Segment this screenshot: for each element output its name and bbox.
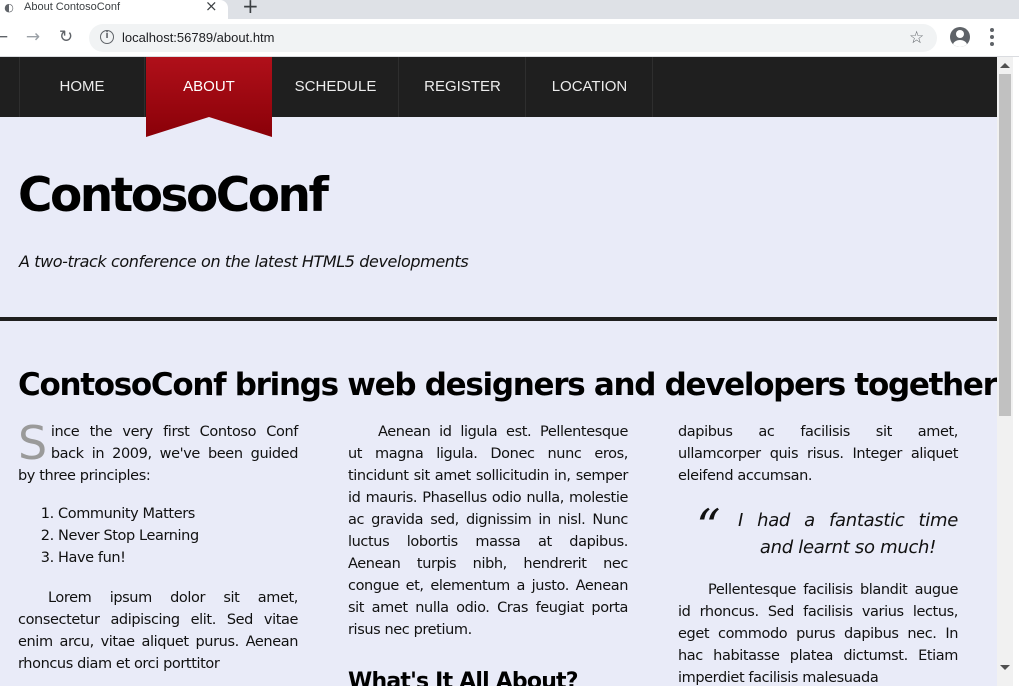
scroll-down-arrow-icon[interactable] <box>1000 665 1010 670</box>
tab-title: About ContosoConf <box>24 1 121 13</box>
close-icon[interactable]: × <box>205 0 218 14</box>
reload-icon[interactable]: ↻ <box>55 26 77 48</box>
browser-tab[interactable]: ◐ About ContosoConf × <box>0 0 228 19</box>
site-nav: HOME ABOUT SCHEDULE REGISTER LOCATION <box>0 57 997 137</box>
favicon-icon: ◐ <box>4 1 14 14</box>
quote-mark-icon: “ <box>696 499 721 555</box>
vertical-scrollbar[interactable] <box>997 57 1013 686</box>
forward-arrow-icon[interactable]: → <box>22 26 44 48</box>
intro-paragraph: Since the very first Contoso Conf back i… <box>18 416 298 487</box>
list-item: Community Matters <box>58 503 298 525</box>
kebab-menu-icon[interactable] <box>986 27 998 47</box>
page-viewport: HOME ABOUT SCHEDULE REGISTER LOCATION Co… <box>0 57 997 686</box>
body-paragraph: Lorem ipsum dolor sit amet, consectetur … <box>18 590 298 672</box>
nav-item-home[interactable]: HOME <box>19 57 145 117</box>
intro-text: ince the very first Contoso Conf back in… <box>18 424 298 484</box>
window-edge <box>1013 57 1019 686</box>
url-text[interactable]: localhost:56789/about.htm <box>122 30 275 46</box>
body-paragraph: dapibus ac facilisis sit amet, ullamcorp… <box>678 424 958 484</box>
drop-cap: S <box>18 416 47 470</box>
principles-list: Community Matters Never Stop Learning Ha… <box>18 503 298 569</box>
browser-toolbar: ← → ↻ i localhost:56789/about.htm ☆ <box>0 19 1019 57</box>
site-title: ContosoConf <box>18 168 329 223</box>
info-icon[interactable]: i <box>100 30 114 44</box>
header-divider <box>0 317 997 321</box>
tab-strip: ◐ About ContosoConf × + <box>0 0 1019 19</box>
address-bar[interactable]: i localhost:56789/about.htm ☆ <box>89 24 937 52</box>
section-heading: What's It All About? <box>348 669 579 686</box>
body-paragraph: Aenean id ligula est. Pellentesque ut ma… <box>348 424 628 638</box>
nav-item-location[interactable]: LOCATION <box>527 57 653 117</box>
scroll-thumb[interactable] <box>999 74 1011 416</box>
plus-icon[interactable]: + <box>242 0 259 16</box>
nav-item-schedule[interactable]: SCHEDULE <box>273 57 399 117</box>
scroll-up-arrow-icon[interactable] <box>1000 63 1010 68</box>
column-3: dapibus ac facilisis sit amet, ullamcorp… <box>678 421 958 686</box>
column-1: Since the very first Contoso Conf back i… <box>18 416 298 675</box>
account-icon[interactable] <box>950 27 970 47</box>
back-arrow-icon[interactable]: ← <box>0 26 12 48</box>
nav-item-register[interactable]: REGISTER <box>400 57 526 117</box>
quote-text: I had a fantastic time and learnt so muc… <box>738 510 958 558</box>
list-item: Never Stop Learning <box>58 525 298 547</box>
pull-quote: “ I had a fantastic time and learnt so m… <box>678 499 958 561</box>
column-2: Aenean id ligula est. Pellentesque ut ma… <box>348 421 628 686</box>
main-heading: ContosoConf brings web designers and dev… <box>18 367 997 403</box>
star-icon[interactable]: ☆ <box>909 27 924 49</box>
tagline: A two-track conference on the latest HTM… <box>19 252 469 271</box>
list-item: Have fun! <box>58 547 298 569</box>
body-paragraph: Pellentesque facilisis blandit augue id … <box>678 582 958 686</box>
site-header: ContosoConf A two-track conference on th… <box>0 117 997 317</box>
